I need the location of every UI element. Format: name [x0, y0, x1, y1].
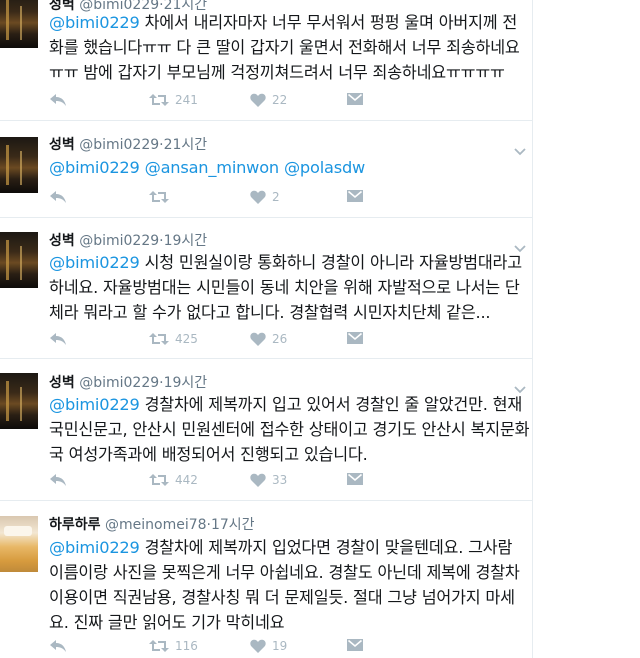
mention-link[interactable]: @bimi0229 [49, 253, 140, 272]
retweet-button[interactable]: 425 [149, 329, 198, 349]
like-icon [250, 93, 266, 107]
reply-icon [50, 640, 66, 652]
tweet-header: 성벽 @bimi0229·19시간 [49, 230, 207, 250]
more-options-button[interactable] [514, 141, 526, 156]
like-icon [250, 332, 266, 346]
timestamp[interactable]: 17시간 [211, 517, 255, 533]
like-icon [250, 190, 266, 204]
like-button[interactable]: 19 [250, 636, 287, 656]
retweet-button[interactable]: 241 [149, 90, 198, 110]
retweet-button[interactable]: 442 [149, 470, 198, 490]
tweet-text: @bimi0229 차에서 내리자마자 너무 무서워서 펑펑 울며 아버지께 전… [49, 10, 531, 85]
avatar[interactable] [0, 373, 38, 429]
reply-icon [50, 94, 66, 106]
mention-link[interactable]: @bimi0229 [49, 158, 140, 177]
message-icon [347, 639, 363, 651]
tweet-actions: 442 33 [49, 470, 529, 490]
like-button[interactable]: 2 [250, 187, 280, 207]
timestamp[interactable]: 19시간 [164, 233, 208, 249]
user-handle[interactable]: @bimi0229 [79, 375, 159, 391]
timestamp[interactable]: 19시간 [164, 375, 208, 391]
reply-icon [50, 474, 66, 486]
user-handle[interactable]: @meinomei78 [105, 517, 207, 533]
display-name[interactable]: 하루하루 [49, 517, 101, 533]
user-handle[interactable]: @bimi0229 [79, 137, 159, 153]
user-handle[interactable]: @bimi0229 [79, 233, 159, 249]
avatar[interactable] [0, 232, 38, 288]
direct-message-button[interactable] [347, 187, 363, 207]
mention-link[interactable]: @bimi0229 [49, 395, 140, 414]
tweet[interactable]: 성벽 @bimi0229·21시간 @bimi0229 차에서 내리자마자 너무… [0, 0, 533, 121]
tweet-actions: 241 22 [49, 90, 529, 110]
retweet-count: 241 [175, 93, 198, 107]
tweet-text: @bimi0229 경찰차에 제복까지 입고 있어서 경찰인 줄 알았건만. 현… [49, 392, 531, 467]
mention-link[interactable]: @bimi0229 [49, 13, 140, 32]
like-button[interactable]: 22 [250, 90, 287, 110]
retweet-count: 442 [175, 473, 198, 487]
tweet-actions: 2 [49, 187, 529, 207]
retweet-count: 116 [175, 639, 198, 653]
retweet-icon [149, 94, 169, 106]
direct-message-button[interactable] [347, 90, 363, 110]
like-count: 22 [272, 93, 288, 107]
message-icon [347, 473, 363, 485]
tweet-header: 하루하루 @meinomei78·17시간 [49, 514, 255, 534]
mention-link[interactable]: @bimi0229 [49, 538, 140, 557]
tweet-actions: 116 19 [49, 636, 529, 656]
message-icon [347, 332, 363, 344]
tweet[interactable]: 성벽 @bimi0229·19시간 @bimi0229 경찰차에 제복까지 입고… [0, 359, 533, 501]
like-count: 19 [272, 639, 288, 653]
retweet-icon [149, 474, 169, 486]
like-icon [250, 473, 266, 487]
message-icon [347, 190, 363, 202]
tweet[interactable]: 성벽 @bimi0229·21시간 @bimi0229 @ansan_minwo… [0, 121, 533, 218]
direct-message-button[interactable] [347, 470, 363, 490]
reply-button[interactable] [49, 470, 67, 490]
mention-link[interactable]: @ansan_minwon [145, 158, 280, 177]
display-name[interactable]: 성벽 [49, 233, 75, 249]
reply-button[interactable] [49, 187, 67, 207]
more-options-button[interactable] [514, 379, 526, 394]
like-button[interactable]: 26 [250, 329, 287, 349]
retweet-icon [149, 191, 169, 203]
reply-icon [50, 333, 66, 345]
avatar[interactable] [0, 0, 38, 48]
tweet-text: @bimi0229 시청 민원실이랑 통화하니 경찰이 아니라 자율방범대라고 … [49, 250, 531, 325]
like-button[interactable]: 33 [250, 470, 287, 490]
tweet-text: @bimi0229 @ansan_minwon @polasdw [49, 155, 531, 180]
timeline: 성벽 @bimi0229·21시간 @bimi0229 차에서 내리자마자 너무… [0, 0, 533, 658]
more-options-button[interactable] [514, 238, 526, 253]
reply-button[interactable] [49, 329, 67, 349]
like-icon [250, 639, 266, 653]
tweet[interactable]: 성벽 @bimi0229·19시간 @bimi0229 시청 민원실이랑 통화하… [0, 218, 533, 359]
tweet-header: 성벽 @bimi0229·21시간 [49, 134, 207, 154]
timestamp[interactable]: 21시간 [164, 137, 208, 153]
retweet-button[interactable] [149, 187, 169, 207]
direct-message-button[interactable] [347, 636, 363, 656]
tweet-text: @bimi0229 경찰차에 제복까지 입었다면 경찰이 맞을텐데요. 그사람 … [49, 535, 531, 635]
message-icon [347, 93, 363, 105]
tweet-actions: 425 26 [49, 329, 529, 349]
like-count: 26 [272, 332, 288, 346]
retweet-button[interactable]: 116 [149, 636, 198, 656]
display-name[interactable]: 성벽 [49, 137, 75, 153]
like-count: 33 [272, 473, 288, 487]
reply-button[interactable] [49, 90, 67, 110]
tweet-header: 성벽 @bimi0229·19시간 [49, 372, 207, 392]
display-name[interactable]: 성벽 [49, 375, 75, 391]
direct-message-button[interactable] [347, 329, 363, 349]
retweet-icon [149, 333, 169, 345]
tweet[interactable]: 하루하루 @meinomei78·17시간 @bimi0229 경찰차에 제복까… [0, 501, 533, 658]
reply-button[interactable] [49, 636, 67, 656]
like-count: 2 [272, 190, 280, 204]
mention-link[interactable]: @polasdw [284, 158, 365, 177]
reply-icon [50, 191, 66, 203]
avatar[interactable] [0, 516, 38, 572]
avatar[interactable] [0, 137, 38, 193]
retweet-icon [149, 640, 169, 652]
retweet-count: 425 [175, 332, 198, 346]
